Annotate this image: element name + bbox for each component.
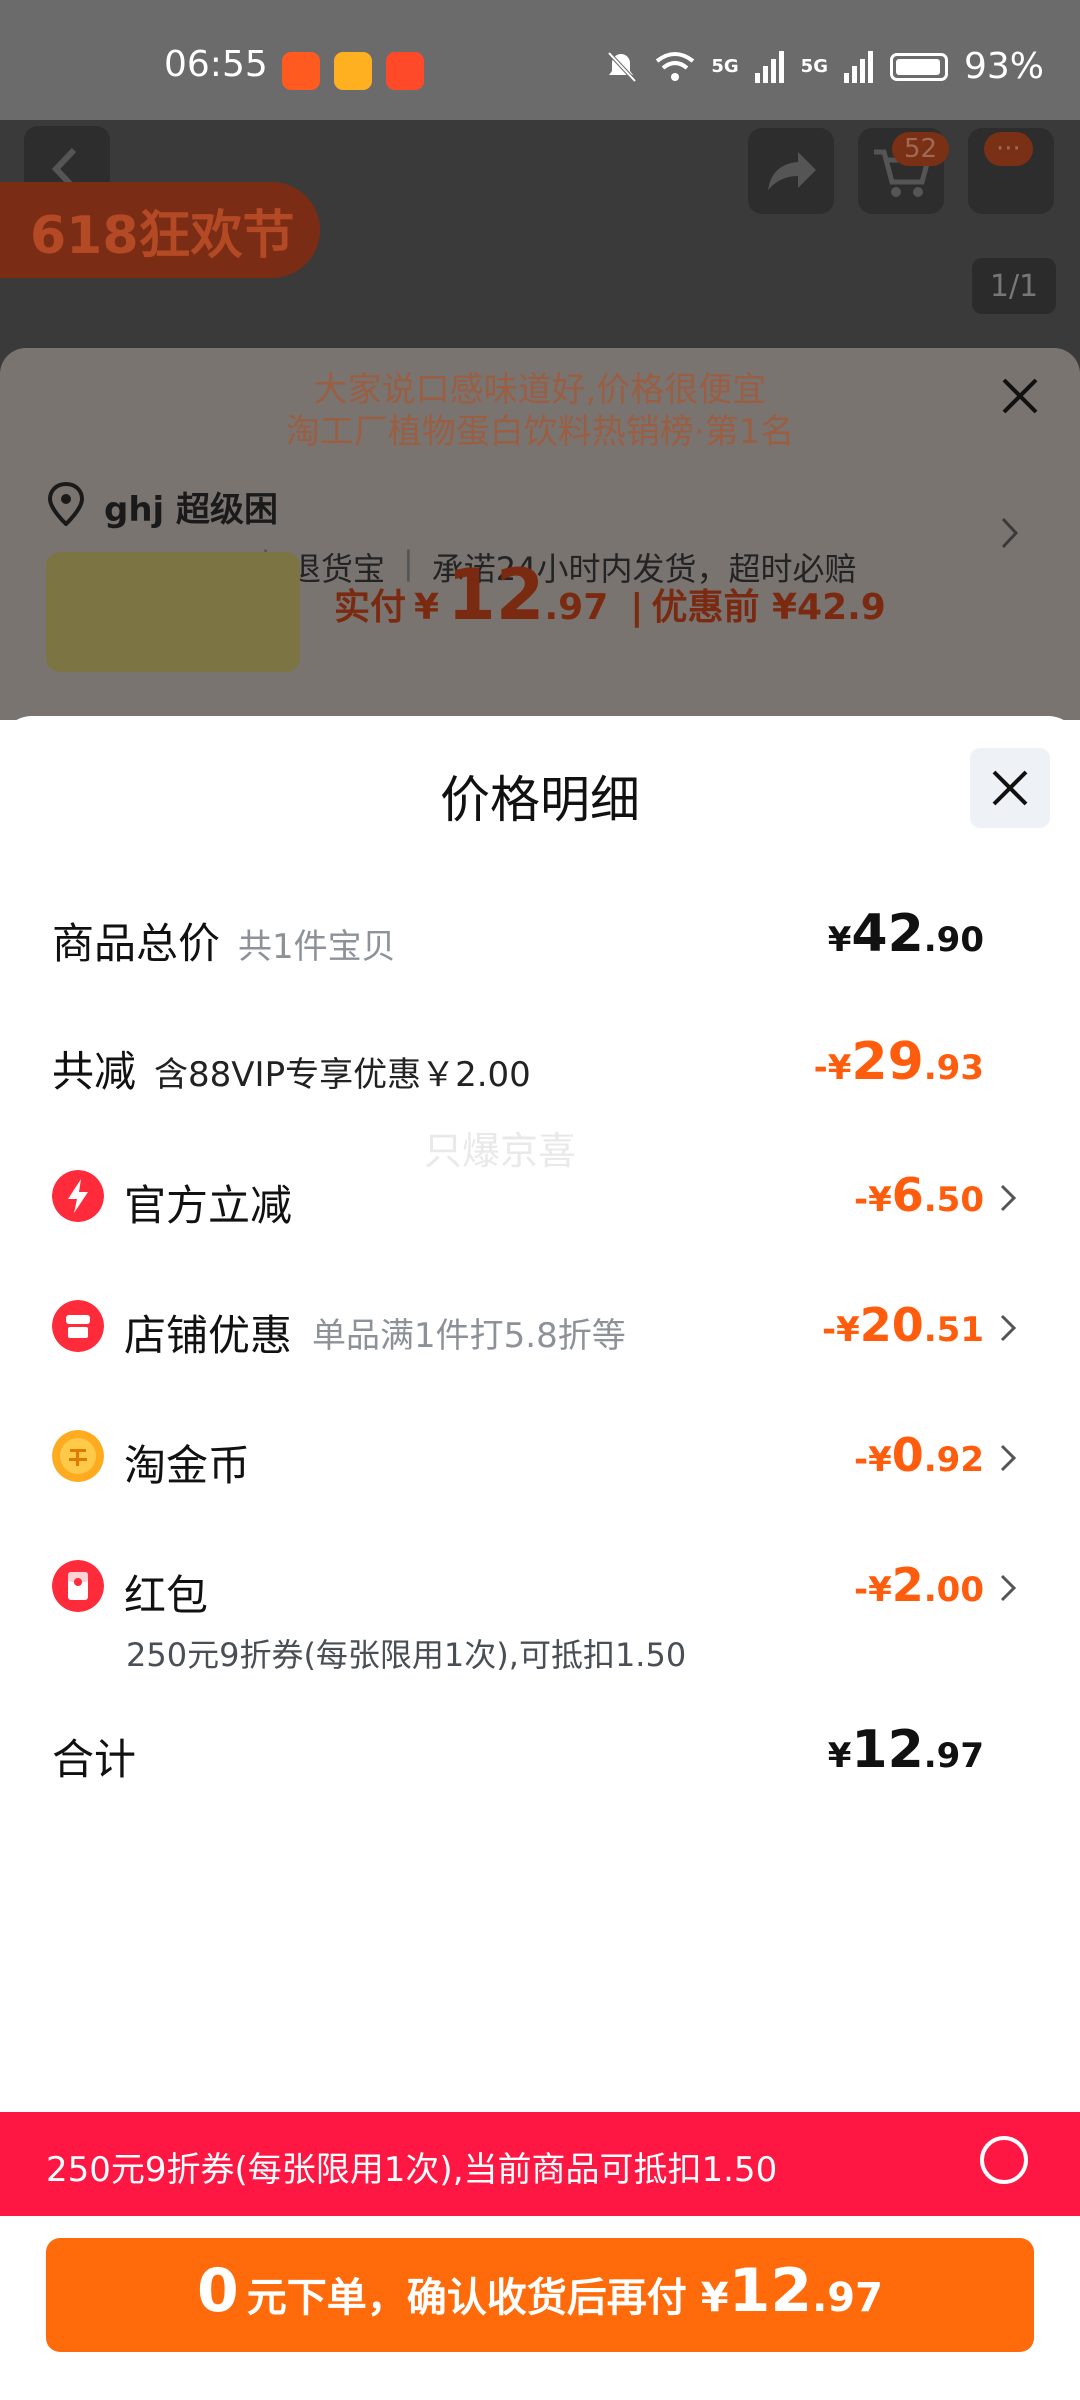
store-icon xyxy=(52,1300,104,1352)
chevron-right-icon xyxy=(1000,1314,1017,1342)
app-notification-icon xyxy=(282,52,320,90)
more-badge: ··· xyxy=(984,132,1033,166)
amount-taojinbi: -¥0.92 xyxy=(854,1428,984,1482)
pay-button-text: 元下单，确认收货后再付 xyxy=(246,2275,687,2321)
amount-red-packet: -¥2.00 xyxy=(854,1558,984,1612)
coupon-text: 250元9折券(每张限用1次),当前商品可抵扣1.50 xyxy=(46,2150,778,2190)
row-taojinbi[interactable]: 淘金币 -¥0.92 xyxy=(0,1406,1080,1506)
signal-5g-2: 5G xyxy=(800,56,828,77)
amount-store-discount: -¥20.51 xyxy=(822,1298,984,1352)
taobao-app-icon xyxy=(386,52,424,90)
amount-dec: .92 xyxy=(923,1440,984,1480)
row-label: 官方立减 xyxy=(124,1181,293,1230)
gold-coin-icon xyxy=(52,1430,104,1482)
row-label: 共减 xyxy=(52,1047,137,1096)
pay-int: 12 xyxy=(728,2256,813,2326)
amount-int: 20 xyxy=(859,1298,924,1352)
close-icon xyxy=(992,770,1028,806)
amount-total-discount: -¥29.93 xyxy=(814,1032,984,1092)
product-thumbnail xyxy=(46,552,300,672)
row-label: 商品总价 xyxy=(52,919,221,968)
amount-total: ¥12.97 xyxy=(828,1720,984,1780)
address-name[interactable]: ghj 超级困 xyxy=(104,482,278,531)
paid-price: 实付 ¥ 12.97 | 优惠前 ¥42.9 xyxy=(334,554,886,636)
row-sub: 含88VIP专享优惠￥2.00 xyxy=(154,1055,531,1095)
row-store-discount[interactable]: 店铺优惠 单品满1件打5.8折等 -¥20.51 xyxy=(0,1276,1080,1376)
battery-icon xyxy=(889,52,948,81)
amount-dec: .50 xyxy=(923,1180,984,1220)
place-order-button[interactable]: 0 元下单，确认收货后再付 ¥ 12 .97 xyxy=(46,2238,1034,2352)
amount-dec: .97 xyxy=(923,1736,984,1776)
row-sub: 单品满1件打5.8折等 xyxy=(312,1316,626,1356)
row-label: 店铺优惠 xyxy=(124,1311,293,1360)
chevron-right-icon xyxy=(1000,1184,1017,1212)
status-bar: 06:55 5G 5G 93% xyxy=(0,0,1080,120)
amount-yen: -¥ xyxy=(853,1180,892,1220)
location-pin-icon xyxy=(47,482,85,526)
coupon-radio[interactable] xyxy=(980,2136,1028,2184)
row-official-discount[interactable]: 官方立减 -¥6.50 xyxy=(0,1146,1080,1246)
signal-bars-icon xyxy=(754,50,784,83)
coupon-bar[interactable]: 250元9折券(每张限用1次),当前商品可抵扣1.50 xyxy=(0,2112,1080,2216)
amount-yen: ¥ xyxy=(827,920,852,960)
mute-bell-icon xyxy=(607,51,637,82)
lightning-icon xyxy=(52,1170,104,1222)
chevron-right-icon xyxy=(1000,1574,1017,1602)
amount-int: 2 xyxy=(891,1558,924,1612)
row-total-discount: 共减 含88VIP专享优惠￥2.00 xyxy=(52,1038,531,1099)
signal-5g-1: 5G xyxy=(711,56,739,77)
share-button[interactable] xyxy=(748,128,834,214)
amount-dec: .00 xyxy=(923,1570,984,1610)
pay-yen: ¥ xyxy=(700,2275,729,2321)
amount-int: 42 xyxy=(851,904,924,964)
amount-yen: -¥ xyxy=(821,1310,860,1350)
amount-yen: -¥ xyxy=(853,1570,892,1610)
signal-bars-icon xyxy=(843,50,873,83)
amount-int: 12 xyxy=(851,1720,924,1780)
amount-int: 6 xyxy=(891,1168,924,1222)
row-label: 红包 xyxy=(124,1571,209,1620)
red-packet-detail: 250元9折券(每张限用1次),可抵扣1.50 xyxy=(126,1636,687,1674)
battery-percent: 93% xyxy=(963,46,1044,87)
image-pager: 1/1 xyxy=(972,258,1056,314)
promo-banner: 618狂欢节 xyxy=(0,182,320,278)
paid-yen: ¥ xyxy=(414,587,440,628)
cart-badge: 52 xyxy=(892,132,950,166)
close-button[interactable] xyxy=(970,748,1050,828)
amount-total-goods: ¥42.90 xyxy=(828,904,984,964)
status-indicators: 5G 5G 93% xyxy=(603,46,1044,87)
amount-dec: .51 xyxy=(923,1310,984,1350)
close-icon[interactable] xyxy=(998,374,1042,418)
row-sub: 共1件宝贝 xyxy=(238,927,396,967)
chevron-right-icon xyxy=(1001,517,1019,549)
row-red-packet[interactable]: 红包 -¥2.00 250元9折券(每张限用1次),可抵扣1.50 xyxy=(0,1536,1080,1676)
product-page-background: 618狂欢节 52 ··· 1/1 大家说口感味道好,价格很便宜 淘工厂植物蛋白… xyxy=(0,120,1080,720)
amount-official-discount: -¥6.50 xyxy=(854,1168,984,1222)
total-label: 合计 xyxy=(52,1735,137,1784)
pay-now-amount: 0 xyxy=(197,2256,239,2326)
share-icon xyxy=(768,152,816,190)
sheet-title: 价格明细 xyxy=(440,771,640,829)
amount-yen: -¥ xyxy=(813,1048,852,1088)
row-label: 淘金币 xyxy=(124,1441,251,1490)
amount-yen: -¥ xyxy=(853,1440,892,1480)
video-app-icon xyxy=(334,52,372,90)
status-time: 06:55 xyxy=(164,44,268,85)
pay-dec: .97 xyxy=(812,2275,883,2321)
paid-int: 12 xyxy=(447,554,545,636)
amount-dec: .93 xyxy=(923,1048,984,1088)
rank-line: 淘工厂植物蛋白饮料热销榜·第1名 xyxy=(285,412,795,452)
amount-int: 0 xyxy=(891,1428,924,1482)
paid-dec: .97 xyxy=(544,587,609,628)
before-discount: 优惠前 ¥42.9 xyxy=(651,587,886,628)
amount-yen: ¥ xyxy=(827,1736,852,1776)
wifi-icon xyxy=(656,51,695,81)
amount-dec: .90 xyxy=(923,920,984,960)
chevron-right-icon xyxy=(1000,1444,1017,1472)
row-total-goods: 商品总价 共1件宝贝 xyxy=(52,910,396,971)
red-packet-icon xyxy=(52,1560,104,1612)
amount-int: 29 xyxy=(851,1032,924,1092)
paid-label: 实付 xyxy=(334,587,407,628)
